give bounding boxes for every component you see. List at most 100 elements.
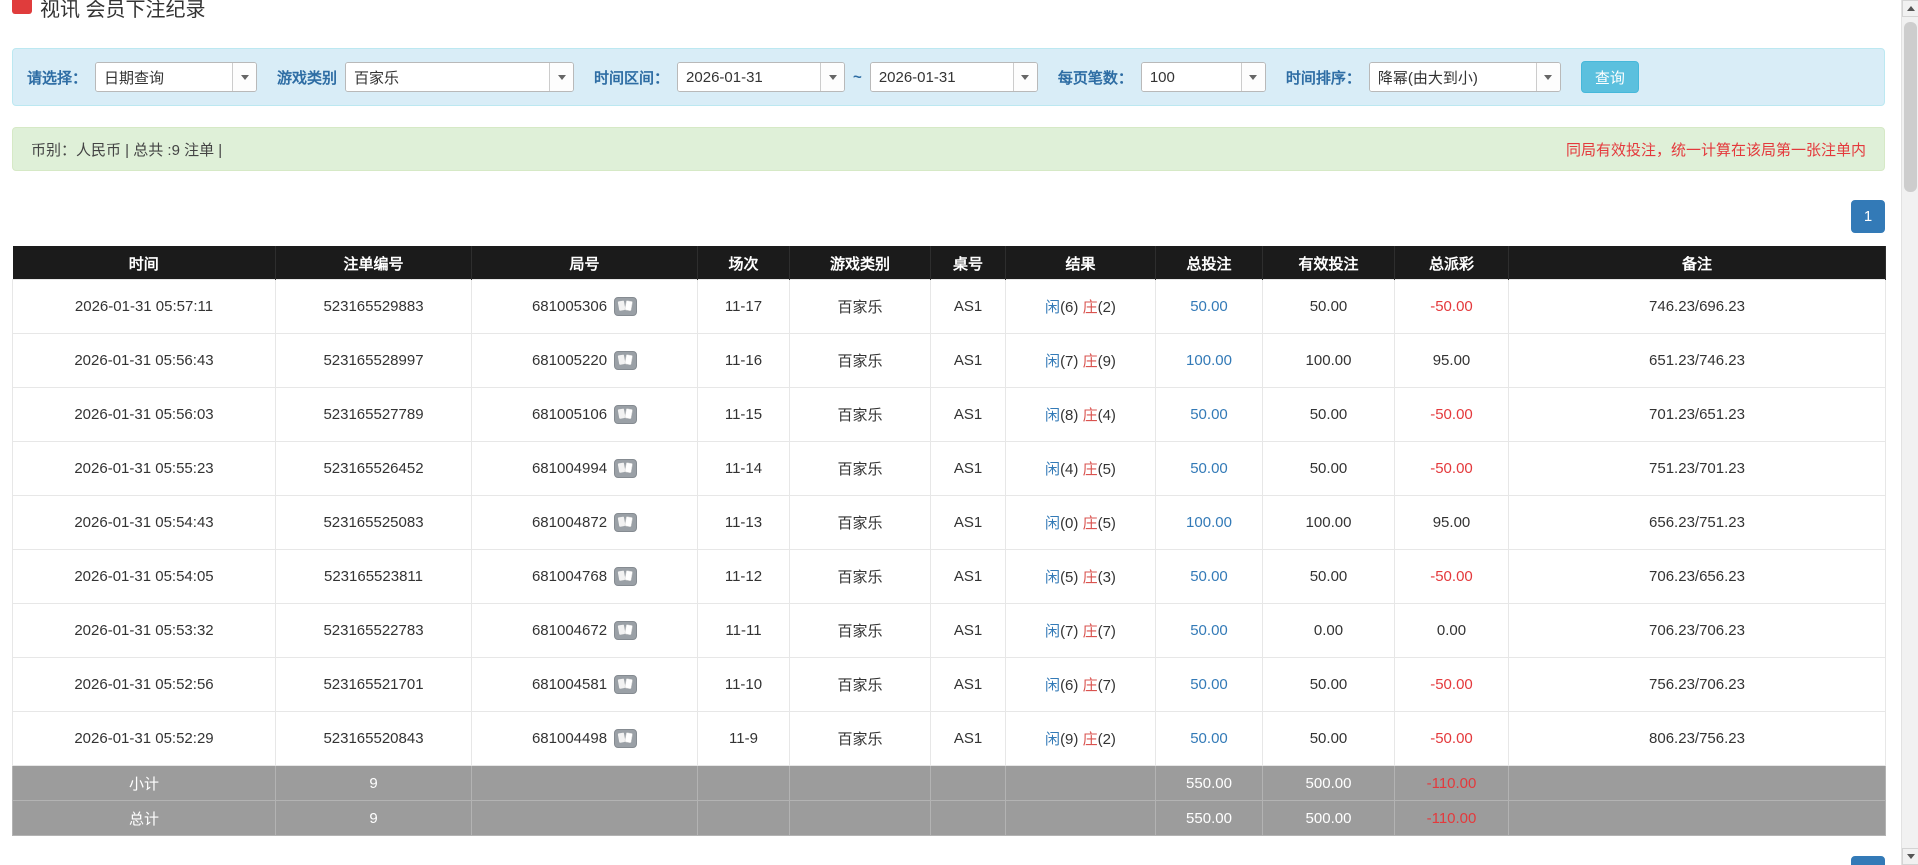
cell-time: 2026-01-31 05:54:43 (12, 495, 276, 550)
cell-game: 百家乐 (789, 549, 931, 604)
result-banker: 庄 (1082, 623, 1098, 640)
cards-icon[interactable] (614, 459, 638, 478)
result-banker: 庄 (1082, 569, 1098, 586)
filter-group-time-sort: 时间排序： (1286, 62, 1561, 92)
page-1-button-bottom[interactable]: 1 (1851, 856, 1885, 865)
page-1-button[interactable]: 1 (1851, 200, 1885, 233)
chevron-down-icon (828, 74, 837, 80)
cell-remark: 706.23/706.23 (1508, 603, 1886, 658)
cards-icon[interactable] (614, 513, 638, 532)
cell-round: 681005306 (471, 279, 698, 334)
total-row-payout: -110.00 (1394, 800, 1509, 836)
subtotal-row-label: 小计 (12, 765, 276, 801)
subtotal-row-payout: -110.00 (1394, 765, 1509, 801)
cell-session: 11-15 (697, 387, 790, 442)
scroll-down-button[interactable] (1902, 848, 1918, 865)
cards-icon[interactable] (614, 729, 638, 748)
cards-icon[interactable] (614, 405, 638, 424)
summary-totals-text: 币别：人民币 | 总共 :9 注单 | (31, 141, 223, 159)
cell-bet-id: 523165528997 (275, 333, 472, 388)
cell-valid-bet: 50.00 (1262, 549, 1395, 604)
cell-total-bet[interactable]: 50.00 (1155, 549, 1263, 604)
cell-bet-id: 523165521701 (275, 657, 472, 712)
time-sort-label: 时间排序： (1285, 69, 1361, 87)
screen: 视讯 会员下注纪录 请选择： 游戏类别 时间区间： (0, 0, 1918, 865)
game-category-dropdown-button[interactable] (549, 63, 574, 91)
total-row-empty-cell (697, 800, 790, 836)
column-header-session: 场次 (697, 246, 790, 280)
result-banker: 庄 (1082, 407, 1098, 424)
cell-session: 11-11 (697, 603, 790, 658)
result-player: 闲 (1045, 461, 1061, 478)
cell-payout: -50.00 (1394, 387, 1509, 442)
filter-group-date-range: 时间区间： ~ (594, 62, 1038, 92)
game-category-input[interactable] (346, 63, 550, 91)
table-row: 2026-01-31 05:56:43 523165528997 681005220… (12, 333, 1886, 388)
cell-valid-bet: 100.00 (1262, 333, 1395, 388)
result-banker-points: (5) (1097, 461, 1116, 478)
date-from-dropdown-button[interactable] (820, 63, 845, 91)
cell-result: 闲(9) 庄(2) (1005, 711, 1156, 766)
query-type-input[interactable] (96, 63, 233, 91)
cell-total-bet[interactable]: 50.00 (1155, 603, 1263, 658)
time-sort-dropdown-button[interactable] (1535, 63, 1560, 91)
cell-session: 11-12 (697, 549, 790, 604)
round-wrap: 681004672 (531, 621, 638, 640)
column-header-bet-id: 注单编号 (275, 246, 472, 280)
round-wrap: 681004768 (531, 567, 638, 586)
vertical-scrollbar[interactable] (1901, 0, 1918, 865)
pagination-bottom: 1 (12, 856, 1885, 865)
query-button[interactable]: 查询 (1580, 61, 1639, 93)
date-range-label: 时间区间： (594, 69, 670, 87)
cell-round: 681005220 (471, 333, 698, 388)
cards-icon[interactable] (614, 675, 638, 694)
filter-group-page-size: 每页笔数： (1058, 62, 1266, 92)
scroll-up-button[interactable] (1902, 0, 1918, 17)
cell-remark: 706.23/656.23 (1508, 549, 1886, 604)
round-number: 681004672 (531, 622, 608, 639)
arrow-up-icon (1906, 6, 1915, 11)
cell-payout: -50.00 (1394, 711, 1509, 766)
pagination-top: 1 (12, 200, 1885, 233)
date-to-input[interactable] (870, 63, 1013, 91)
result-banker: 庄 (1082, 299, 1098, 316)
cell-total-bet[interactable]: 100.00 (1155, 333, 1263, 388)
cell-time: 2026-01-31 05:52:29 (12, 711, 276, 766)
cell-total-bet[interactable]: 50.00 (1155, 711, 1263, 766)
cell-result: 闲(8) 庄(4) (1005, 387, 1156, 442)
table-row: 2026-01-31 05:55:23 523165526452 681004994… (12, 441, 1886, 496)
subtotal-row-empty-cell (1508, 765, 1886, 801)
cell-total-bet[interactable]: 50.00 (1155, 279, 1263, 334)
date-to-dropdown-button[interactable] (1012, 63, 1037, 91)
total-row-empty-cell (789, 800, 931, 836)
page-title: 视讯 会员下注纪录 (40, 0, 206, 21)
cell-total-bet[interactable]: 100.00 (1155, 495, 1263, 550)
time-sort-input[interactable] (1369, 63, 1536, 91)
cards-icon[interactable] (614, 567, 638, 586)
result-player: 闲 (1045, 731, 1061, 748)
cell-total-bet[interactable]: 50.00 (1155, 441, 1263, 496)
chevron-down-icon (557, 74, 566, 80)
page-size-input[interactable] (1141, 63, 1241, 91)
cards-icon[interactable] (614, 297, 638, 316)
cell-round: 681004994 (471, 441, 698, 496)
cell-total-bet[interactable]: 50.00 (1155, 657, 1263, 712)
chevron-down-icon (1544, 74, 1553, 80)
chevron-down-icon (1021, 74, 1030, 80)
cell-time: 2026-01-31 05:56:43 (12, 333, 276, 388)
round-number: 681004768 (531, 568, 608, 585)
cell-payout: -50.00 (1394, 441, 1509, 496)
page-size-dropdown-button[interactable] (1240, 63, 1265, 91)
cards-icon[interactable] (614, 621, 638, 640)
query-type-dropdown-button[interactable] (232, 63, 257, 91)
total-row-total-bet: 550.00 (1155, 800, 1263, 836)
scrollbar-thumb[interactable] (1904, 22, 1917, 192)
result-player: 闲 (1045, 407, 1061, 424)
cards-icon[interactable] (614, 351, 638, 370)
result-player-points: (9) (1060, 731, 1079, 748)
cell-total-bet[interactable]: 50.00 (1155, 387, 1263, 442)
date-from-input[interactable] (678, 63, 821, 91)
result-player-points: (8) (1060, 407, 1079, 424)
table-row: 2026-01-31 05:54:05 523165523811 681004768… (12, 549, 1886, 604)
page-size-label: 每页笔数： (1057, 69, 1133, 87)
